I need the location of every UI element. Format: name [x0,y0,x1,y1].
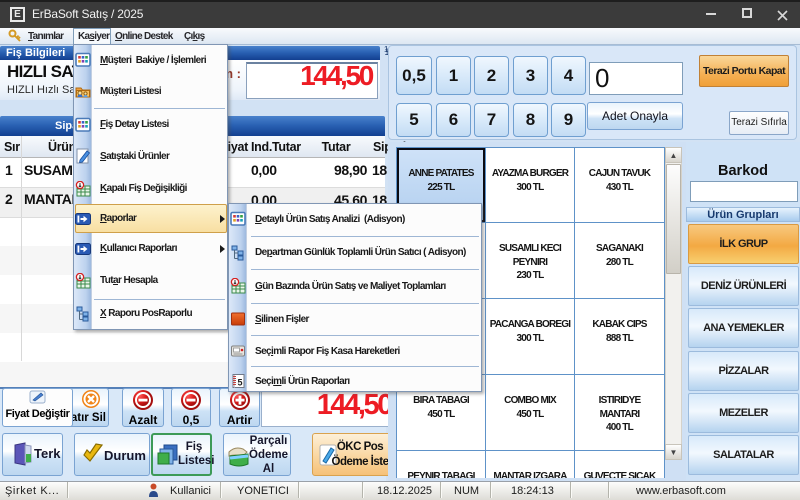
svg-text:5: 5 [238,378,243,388]
